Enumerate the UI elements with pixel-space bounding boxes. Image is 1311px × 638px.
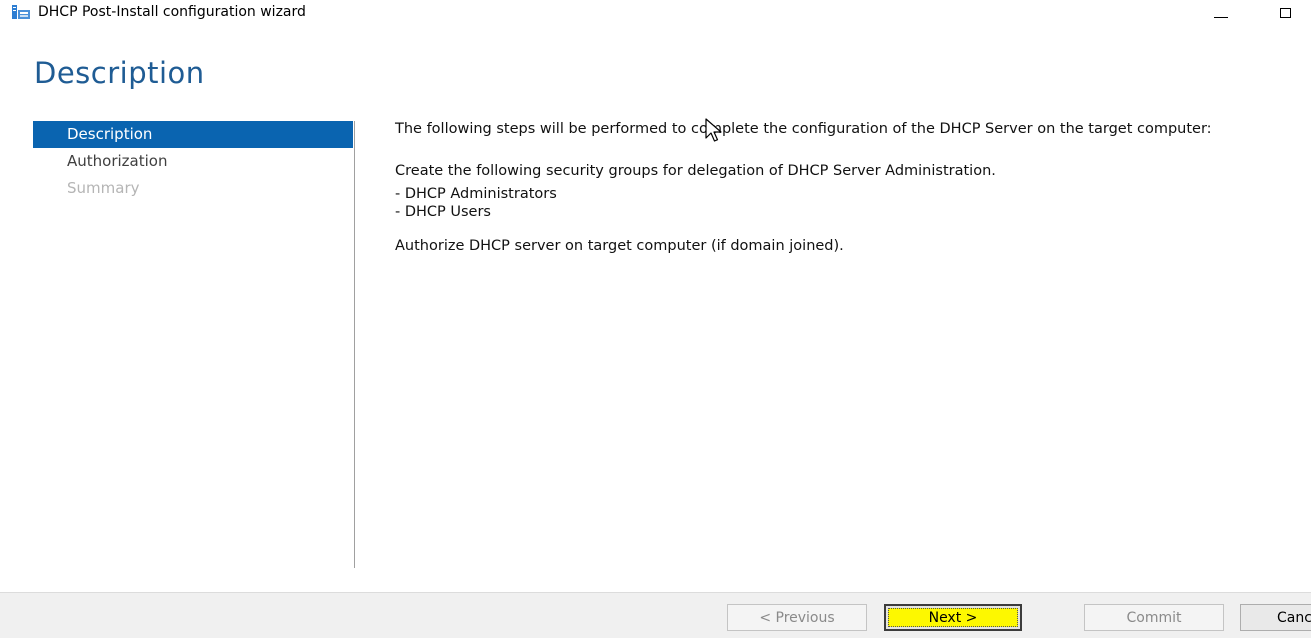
nav-item-authorization[interactable]: Authorization (33, 148, 353, 175)
commit-button-label: Commit (1126, 609, 1182, 626)
group-item-administrators: - DHCP Administrators (395, 186, 557, 202)
commit-button[interactable]: Commit (1084, 604, 1224, 631)
maximize-button[interactable] (1262, 0, 1308, 26)
previous-button-label: < Previous (759, 609, 835, 626)
server-manager-icon (12, 5, 30, 19)
groups-heading: Create the following security groups for… (395, 163, 996, 179)
page-title: Description (34, 56, 205, 90)
previous-button[interactable]: < Previous (727, 604, 867, 631)
nav-item-summary: Summary (67, 179, 140, 197)
description-content: The following steps will be performed to… (395, 120, 1311, 255)
minimize-button[interactable] (1198, 0, 1244, 26)
wizard-window: DHCP Post-Install configuration wizard D… (0, 0, 1311, 638)
group-item-users: - DHCP Users (395, 204, 491, 220)
cancel-button[interactable]: Cancel (1240, 604, 1311, 631)
title-bar: DHCP Post-Install configuration wizard (0, 0, 1311, 26)
mouse-cursor-icon (705, 118, 722, 142)
maximize-icon (1279, 8, 1291, 18)
next-button[interactable]: Next > (884, 604, 1022, 631)
minimize-icon (1214, 16, 1228, 18)
intro-text: The following steps will be performed to… (395, 121, 1212, 137)
window-title: DHCP Post-Install configuration wizard (38, 4, 306, 20)
cancel-button-label: Cancel (1277, 609, 1311, 626)
next-button-label: Next > (928, 609, 978, 626)
security-group-list: - DHCP Administrators - DHCP Users (395, 185, 1311, 221)
wizard-nav: Description Authorization Summary (33, 121, 353, 202)
nav-divider (354, 121, 355, 568)
authorize-text: Authorize DHCP server on target computer… (395, 238, 844, 254)
next-button-highlight: Next > (888, 608, 1018, 627)
nav-item-description[interactable]: Description (33, 121, 353, 148)
